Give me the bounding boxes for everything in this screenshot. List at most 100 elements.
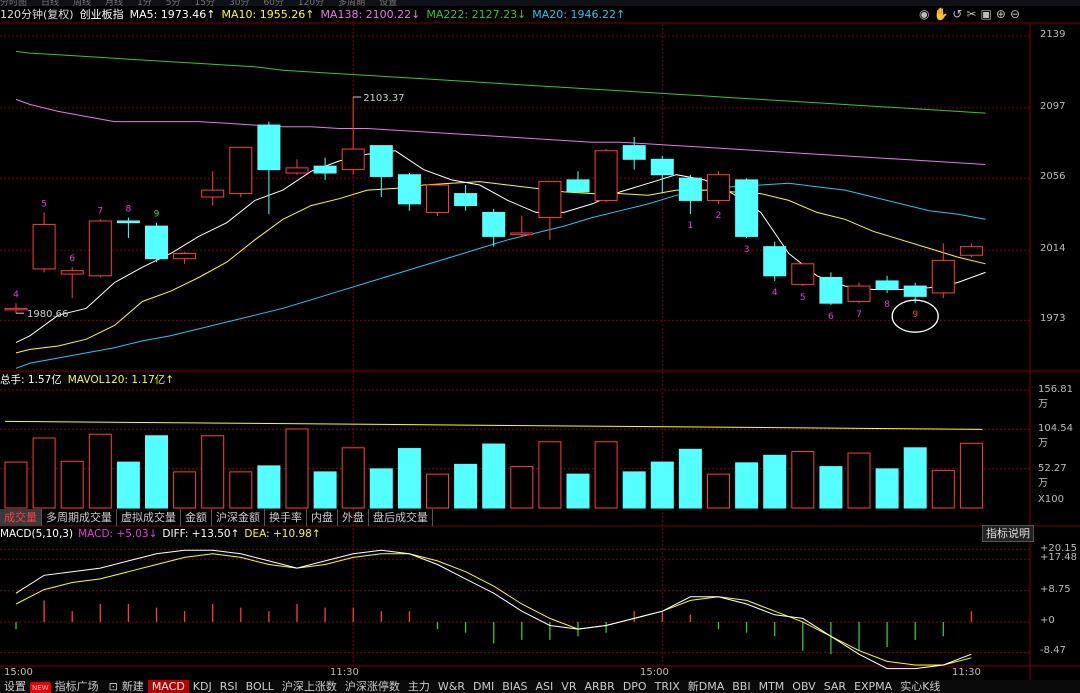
candle-body xyxy=(510,232,534,236)
volume-bar xyxy=(931,469,955,509)
chart-canvas[interactable]: 4 5 6 7 8 9 1 2 3 4 5 6 7 8 9 2103.37 1980.66 xyxy=(0,0,1080,693)
price-tick: 2139 xyxy=(1040,28,1066,40)
indicator-tab[interactable]: 指标广场 xyxy=(51,680,103,693)
indicator-tab[interactable]: 实心K线 xyxy=(896,680,944,693)
candle-body xyxy=(875,280,899,290)
candle-body xyxy=(678,177,702,201)
candle-body xyxy=(369,145,393,177)
ma10-line xyxy=(15,181,986,354)
volume-bar xyxy=(4,461,28,509)
price-tick: 2097 xyxy=(1040,100,1066,112)
volume-bar xyxy=(538,441,562,509)
indicator-tab[interactable]: EXPMA xyxy=(850,680,896,693)
time-tick: 11:30 xyxy=(952,667,981,678)
volume-tab[interactable]: 虚拟成交量 xyxy=(117,509,181,526)
indicator-tab[interactable]: RSI xyxy=(216,680,242,693)
indicator-tab[interactable]: 沪深涨停数 xyxy=(341,680,404,693)
macd-tick: +0 xyxy=(1040,614,1055,626)
volume-bar xyxy=(229,471,253,509)
indicator-tab[interactable]: SAR xyxy=(820,680,850,693)
indicator-tab[interactable]: BIAS xyxy=(498,680,531,693)
candle-body xyxy=(4,307,28,311)
macd-tick: +8.75 xyxy=(1040,583,1071,595)
volume-tab[interactable]: 金额 xyxy=(181,509,212,526)
candle-body xyxy=(903,285,927,297)
macd-params: MACD(5,10,3) xyxy=(0,528,74,540)
indicator-tab[interactable]: 设置 xyxy=(0,680,30,693)
volume-bar xyxy=(313,471,337,509)
price-tick: 2014 xyxy=(1040,243,1066,255)
indicator-tab[interactable]: MACD xyxy=(147,680,189,693)
volume-bar xyxy=(875,468,899,509)
candle-body xyxy=(566,179,590,193)
candle-body xyxy=(650,158,674,176)
candle-body xyxy=(201,189,225,198)
candle-body xyxy=(791,263,815,285)
volume-tab[interactable]: 换手率 xyxy=(265,509,307,526)
indicator-tab[interactable]: W&R xyxy=(434,680,469,693)
volume-bar xyxy=(678,448,702,509)
volume-tab[interactable]: 沪深金额 xyxy=(212,509,265,526)
ma222-line xyxy=(15,50,986,114)
indicator-tab[interactable]: DPO xyxy=(619,680,651,693)
indicator-tab[interactable]: 新DMA xyxy=(684,680,729,693)
indicator-tab[interactable]: DMI xyxy=(469,680,498,693)
candle-body xyxy=(257,124,281,171)
volume-tab[interactable]: 多周期成交量 xyxy=(42,509,117,526)
sequence-label: 5 xyxy=(41,199,47,209)
indicator-tab[interactable]: 新建 xyxy=(118,680,148,693)
volume-tick: 156.81万 xyxy=(1038,384,1073,410)
sequence-label: 7 xyxy=(856,310,862,320)
indicator-tab[interactable]: VR xyxy=(557,680,580,693)
volume-tab[interactable]: 成交量 xyxy=(0,509,42,526)
candle-body xyxy=(313,165,337,174)
candle-body xyxy=(819,277,843,304)
time-tick: 11:30 xyxy=(330,667,359,678)
sequence-label: 3 xyxy=(744,245,750,255)
candle-body xyxy=(341,148,365,171)
diff-line xyxy=(15,549,972,670)
volume-bar xyxy=(285,428,309,509)
candle-body xyxy=(229,146,253,195)
candle-body xyxy=(32,223,56,270)
volume-bar xyxy=(257,465,281,509)
candle-body xyxy=(397,174,421,205)
candle-body xyxy=(959,246,983,256)
volume-bar xyxy=(201,435,225,509)
sequence-label: 4 xyxy=(13,290,19,300)
indicator-tab[interactable]: 沪深上涨数 xyxy=(278,680,341,693)
indicator-tab[interactable]: BBI xyxy=(728,680,754,693)
indicator-help-button[interactable]: 指标说明 xyxy=(982,525,1034,542)
ma20-line xyxy=(15,182,986,369)
macd-tick: -8.47 xyxy=(1040,645,1066,657)
volume-tab[interactable]: 内盘 xyxy=(307,509,338,526)
indicator-tab[interactable]: BOLL xyxy=(242,680,278,693)
sequence-label: 6 xyxy=(828,312,834,322)
candle-body xyxy=(735,179,759,237)
indicator-tab[interactable]: MTM xyxy=(755,680,789,693)
mavol-label: MAVOL120: 1.17亿↑ xyxy=(67,374,175,386)
sequence-label: 9 xyxy=(912,310,918,320)
volume-bar xyxy=(454,463,478,509)
volume-tab[interactable]: 外盘 xyxy=(338,509,369,526)
candle-body xyxy=(88,220,112,277)
candle-body xyxy=(538,181,562,219)
indicator-tab[interactable]: OBV xyxy=(788,680,819,693)
indicator-tab[interactable]: ARBR xyxy=(580,680,618,693)
candle-body xyxy=(622,145,646,160)
volume-bar xyxy=(819,466,843,509)
volume-tab[interactable]: 盘后成交量 xyxy=(369,509,433,526)
indicator-tab[interactable]: TRIX xyxy=(651,680,684,693)
volume-bar xyxy=(145,435,168,509)
indicator-tab[interactable]: KDJ xyxy=(189,680,216,693)
volume-bar xyxy=(650,461,674,509)
volume-bar xyxy=(341,447,365,509)
candle-body xyxy=(454,193,478,207)
ma138-line xyxy=(15,98,986,165)
volume-bar xyxy=(791,451,815,509)
volume-bar xyxy=(847,452,871,509)
volume-bar xyxy=(369,468,393,509)
indicator-tab[interactable]: 主力 xyxy=(404,680,434,693)
sequence-label: 9 xyxy=(154,210,160,220)
indicator-tab[interactable]: ASI xyxy=(532,680,558,693)
